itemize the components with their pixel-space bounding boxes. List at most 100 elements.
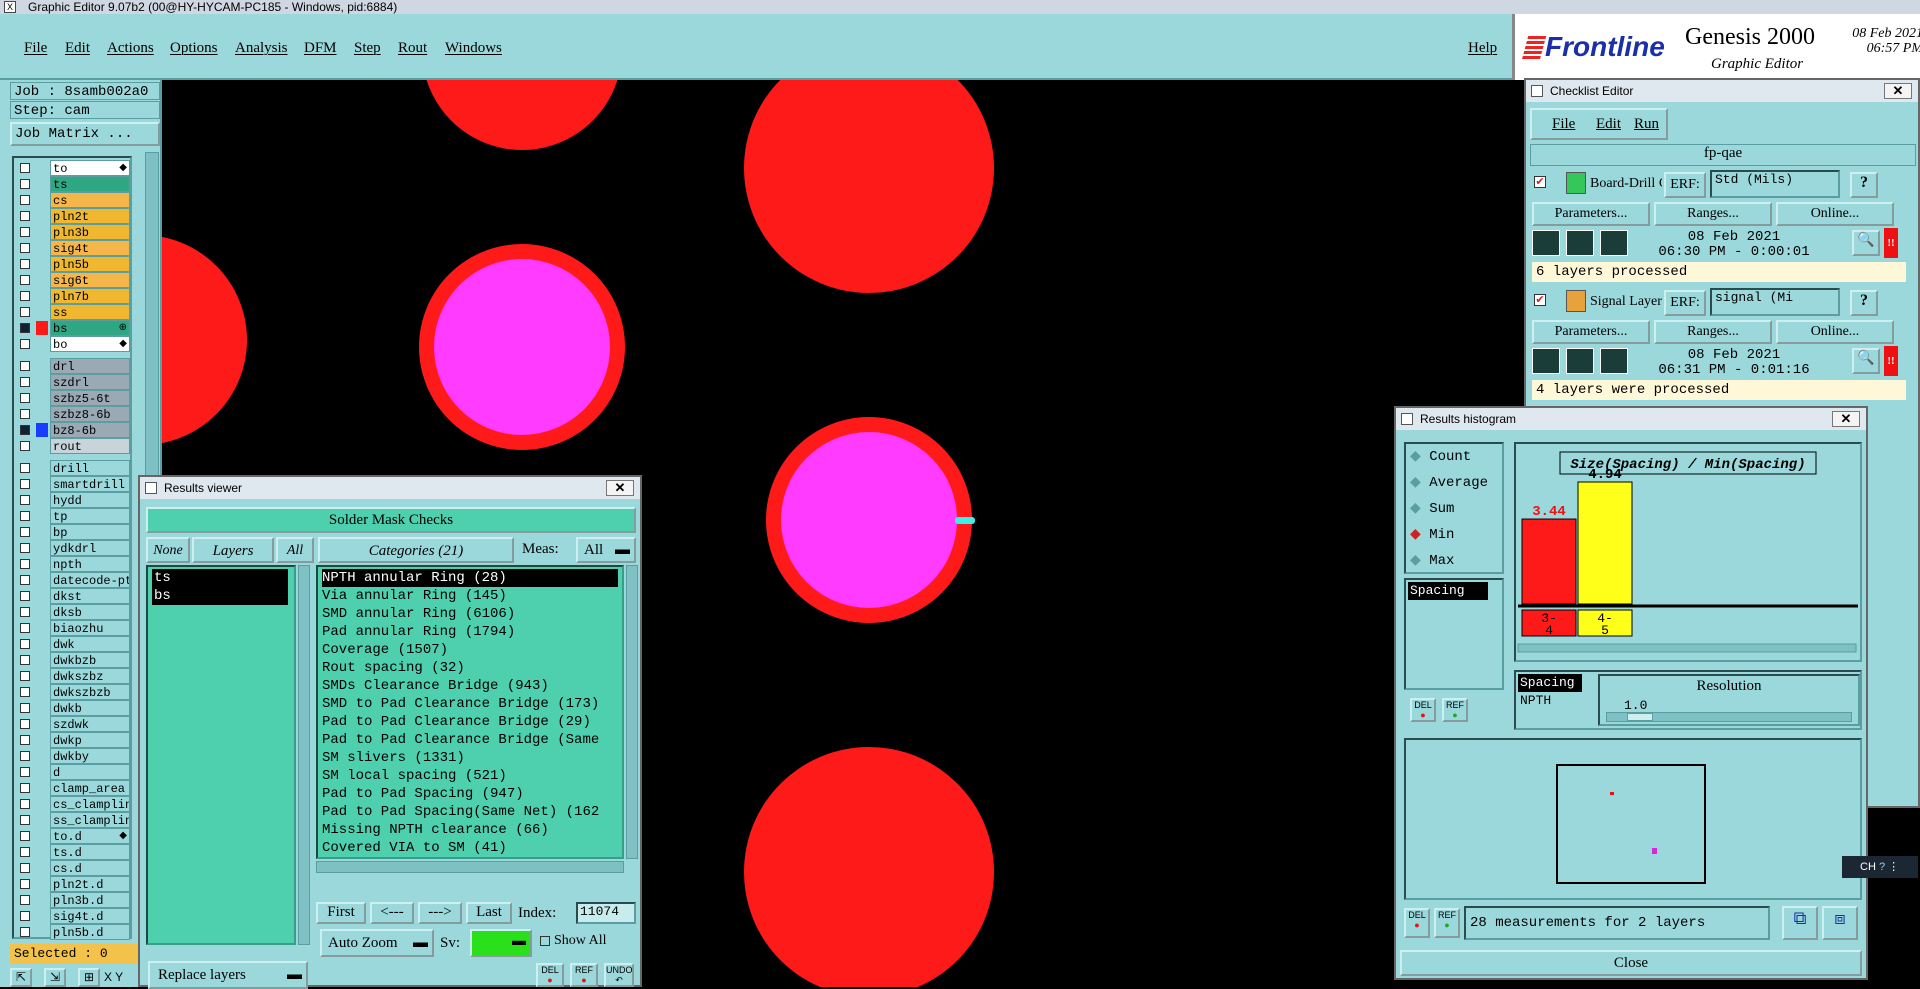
radio-icon[interactable]: ◆: [1410, 449, 1421, 465]
layer-checkbox[interactable]: [20, 607, 30, 617]
layer-color-swatch[interactable]: [36, 605, 48, 619]
layer-row[interactable]: to.d ◆: [14, 828, 134, 844]
layer-checkbox[interactable]: [20, 911, 30, 921]
menu-dfm[interactable]: DFM: [304, 40, 337, 57]
layer-name[interactable]: hydd: [50, 492, 130, 508]
layer-row[interactable]: szdwk: [14, 716, 134, 732]
layer-row[interactable]: npth: [14, 556, 134, 572]
layer-name[interactable]: bo ◆: [50, 336, 130, 352]
layer-checkbox[interactable]: [20, 179, 30, 189]
layer-color-swatch[interactable]: [36, 391, 48, 405]
layer-color-swatch[interactable]: [36, 509, 48, 523]
layer-checkbox[interactable]: [20, 863, 30, 873]
layer-color-swatch[interactable]: [36, 765, 48, 779]
radio-icon[interactable]: ◆: [1410, 527, 1421, 543]
layer-color-swatch[interactable]: [36, 653, 48, 667]
stop-icon[interactable]: [1600, 348, 1628, 374]
aggregate-option-count[interactable]: ◆ Count: [1410, 448, 1471, 465]
layer-row[interactable]: datecode-ptc: [14, 572, 134, 588]
layer-row[interactable]: sig4t.d: [14, 908, 134, 924]
layer-name[interactable]: pln2t.d: [50, 876, 130, 892]
del-button[interactable]: DEL ●: [536, 963, 564, 987]
erf-button[interactable]: ERF:: [1664, 290, 1706, 316]
layer-row[interactable]: dwkszbz: [14, 668, 134, 684]
layer-row[interactable]: dwkszbzb: [14, 684, 134, 700]
layer-row[interactable]: szdrl: [14, 374, 134, 390]
category-item[interactable]: Pad to Pad Clearance Bridge (Same: [322, 731, 618, 749]
layer-checkbox[interactable]: [20, 767, 30, 777]
radio-icon[interactable]: ◆: [1410, 475, 1421, 491]
layer-checkbox[interactable]: [20, 479, 30, 489]
layer-checkbox[interactable]: [20, 393, 30, 403]
layer-color-swatch[interactable]: [36, 861, 48, 875]
first-button[interactable]: First: [316, 902, 366, 924]
zoom-dropdown[interactable]: Auto Zoom ▬: [320, 929, 434, 957]
layer-color-swatch[interactable]: [36, 525, 48, 539]
check-action-icon[interactable]: [1566, 290, 1586, 312]
layer-checkbox[interactable]: [20, 815, 30, 825]
layer-color-swatch[interactable]: [36, 589, 48, 603]
meas-dropdown[interactable]: All ▬: [576, 537, 636, 563]
zoom-results-icon[interactable]: 🔍: [1852, 230, 1880, 256]
replace-layers-dropdown[interactable]: Replace layers ▬: [148, 961, 308, 989]
layer-color-swatch[interactable]: [36, 423, 48, 437]
layer-checkbox[interactable]: [20, 323, 30, 333]
preview-ref-button[interactable]: REF ●: [1434, 908, 1460, 938]
menu-options[interactable]: Options: [170, 40, 218, 57]
category-item[interactable]: SMDs Clearance Bridge (943): [322, 677, 618, 695]
list-item[interactable]: bs: [152, 587, 288, 605]
layer-name[interactable]: cs: [50, 192, 130, 208]
layer-results-list[interactable]: ts bs: [146, 565, 296, 945]
hist-del-button[interactable]: DEL ●: [1410, 698, 1436, 722]
layer-name[interactable]: clamp_area: [50, 780, 130, 796]
layer-row[interactable]: bz8-6b: [14, 422, 134, 438]
menu-edit[interactable]: Edit: [65, 40, 90, 57]
layer-name[interactable]: bz8-6b: [50, 422, 130, 438]
layer-name[interactable]: to.d ◆: [50, 828, 130, 844]
layer-checkbox[interactable]: [20, 361, 30, 371]
layer-row[interactable]: pln5b.d: [14, 924, 134, 940]
zoom-results-icon[interactable]: 🔍: [1852, 348, 1880, 374]
close-icon[interactable]: ✕: [1884, 83, 1912, 99]
layer-color-swatch[interactable]: [36, 161, 48, 175]
layer-color-swatch[interactable]: [36, 359, 48, 373]
category-item[interactable]: Coverage (1507): [322, 641, 618, 659]
index-input[interactable]: 11074: [576, 902, 636, 924]
layer-name[interactable]: rout: [50, 438, 130, 454]
list-item[interactable]: ts: [152, 569, 288, 587]
categories-button[interactable]: Categories (21): [318, 537, 514, 563]
layer-checkbox[interactable]: [20, 639, 30, 649]
layer-color-swatch[interactable]: [36, 621, 48, 635]
category-item[interactable]: Pad to Pad Clearance Bridge (29): [322, 713, 618, 731]
layer-name[interactable]: pln5b: [50, 256, 130, 272]
layer-checkbox[interactable]: [20, 409, 30, 419]
layer-list-scrollbar[interactable]: [298, 565, 310, 945]
layer-checkbox[interactable]: [20, 687, 30, 697]
layer-row[interactable]: ydkdrl: [14, 540, 134, 556]
layer-checkbox[interactable]: [20, 259, 30, 269]
layer-color-swatch[interactable]: [36, 637, 48, 651]
ref-button[interactable]: REF ●: [570, 963, 598, 987]
layer-row[interactable]: ts: [14, 176, 134, 192]
menu-file[interactable]: File: [24, 40, 47, 57]
category-item[interactable]: Via annular Ring (145): [322, 587, 618, 605]
layer-checkbox[interactable]: [20, 339, 30, 349]
category-item[interactable]: Via to SMD Clearance (451): [322, 857, 618, 859]
layer-name[interactable]: pln7b: [50, 288, 130, 304]
undo-button[interactable]: UNDO ↶: [604, 963, 634, 987]
layer-name[interactable]: drill: [50, 460, 130, 476]
layer-color-swatch[interactable]: [36, 209, 48, 223]
category-item[interactable]: SMD annular Ring (6106): [322, 605, 618, 623]
select-tool-icon[interactable]: ⇱: [10, 968, 32, 987]
category-item[interactable]: Pad annular Ring (1794): [322, 623, 618, 641]
resolution-slider[interactable]: [1606, 712, 1852, 722]
layer-row[interactable]: ts.d: [14, 844, 134, 860]
layer-color-swatch[interactable]: [36, 893, 48, 907]
preview-del-button[interactable]: DEL ●: [1404, 908, 1430, 938]
layer-row[interactable]: d: [14, 764, 134, 780]
layer-row[interactable]: szbz8-6b: [14, 406, 134, 422]
layer-row[interactable]: tp: [14, 508, 134, 524]
aggregate-option-average[interactable]: ◆ Average: [1410, 474, 1488, 491]
help-button[interactable]: ?: [1850, 290, 1878, 316]
layer-name[interactable]: npth: [50, 556, 130, 572]
